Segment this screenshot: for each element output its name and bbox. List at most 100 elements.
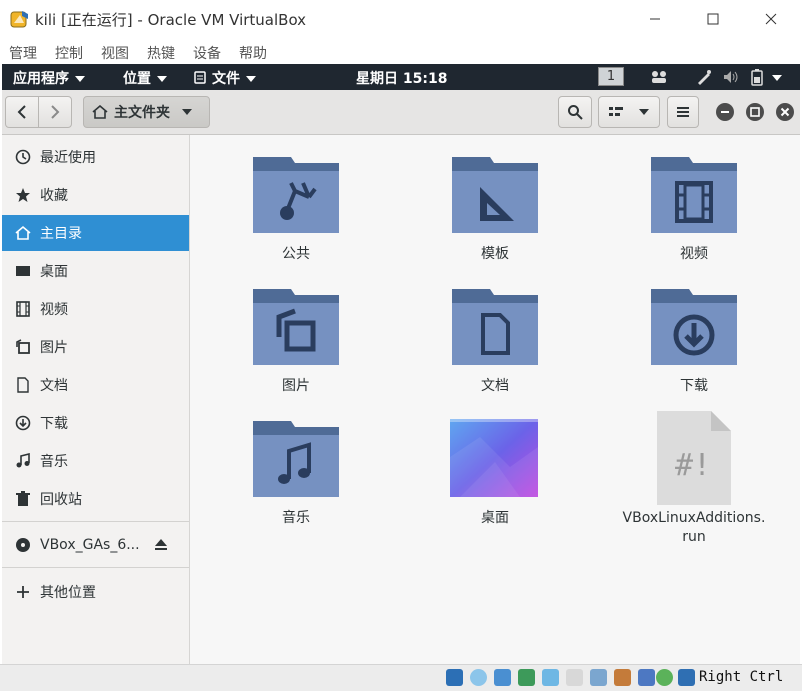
sidebar-divider	[2, 521, 189, 522]
vbox-titlebar: kili [正在运行] - Oracle VM VirtualBox	[0, 0, 802, 38]
sidebar-item-label: 最近使用	[40, 150, 96, 166]
script-file-icon: #!	[649, 409, 739, 507]
places-sidebar: 最近使用 收藏 主目录 桌面 视频 图片 文档 下载 音乐 回收站 VBox_G…	[2, 135, 190, 664]
mouse-integration-icon[interactable]	[656, 669, 673, 686]
hamburger-icon	[677, 107, 689, 117]
sidebar-item-label: 图片	[40, 340, 68, 356]
file-label: 音乐	[282, 510, 310, 526]
close-button[interactable]	[748, 0, 794, 38]
close-icon	[780, 107, 790, 117]
network-icon[interactable]	[518, 669, 535, 686]
sidebar-item-pictures[interactable]: 图片	[2, 329, 189, 365]
sidebar-item-label: 收藏	[40, 188, 68, 204]
clock[interactable]: 星期日 15:18	[356, 68, 447, 88]
sidebar-item-home[interactable]: 主目录	[2, 215, 189, 251]
files-menu[interactable]: 文件	[194, 68, 256, 88]
network-users-icon[interactable]	[650, 69, 668, 89]
system-menu-caret-icon[interactable]	[772, 75, 782, 81]
caret-down-icon	[157, 76, 167, 82]
file-label: 模板	[481, 246, 509, 262]
vt-x-icon[interactable]	[638, 669, 655, 686]
host-key-label: Right Ctrl	[699, 669, 784, 685]
minimize-button[interactable]	[632, 0, 678, 38]
menu-control[interactable]: 控制	[55, 43, 83, 63]
workspace-indicator[interactable]: 1	[598, 67, 624, 86]
sidebar-item-documents[interactable]: 文档	[2, 367, 189, 403]
home-icon	[92, 105, 108, 119]
window-minimize-button[interactable]	[716, 103, 734, 121]
menu-help[interactable]: 帮助	[239, 43, 267, 63]
sidebar-divider	[2, 567, 189, 568]
sidebar-item-trash[interactable]: 回收站	[2, 481, 189, 517]
applications-menu[interactable]: 应用程序	[13, 68, 85, 88]
folder-documents[interactable]: 文档	[410, 285, 580, 396]
hamburger-menu-button[interactable]	[667, 96, 699, 128]
menu-devices[interactable]: 设备	[193, 43, 221, 63]
file-label: 文档	[481, 378, 509, 394]
folder-music[interactable]: 音乐	[211, 417, 381, 528]
volume-icon[interactable]	[722, 69, 740, 89]
maximize-button[interactable]	[690, 0, 736, 38]
usb-icon[interactable]	[542, 669, 559, 686]
forward-button[interactable]	[38, 96, 72, 128]
caret-down-icon	[639, 109, 649, 115]
eject-icon[interactable]	[154, 538, 168, 556]
chevron-left-icon	[17, 105, 26, 119]
file-label: 图片	[282, 378, 310, 394]
folder-downloads-icon	[649, 285, 739, 367]
sidebar-item-vbox-cd[interactable]: VBox_GAs_6...	[2, 527, 189, 563]
recording-icon[interactable]	[614, 669, 631, 686]
sidebar-item-label: 桌面	[40, 264, 68, 280]
menu-manage[interactable]: 管理	[9, 43, 37, 63]
svg-text:#!: #!	[675, 448, 711, 483]
folder-documents-icon	[450, 285, 540, 367]
location-path-button[interactable]: 主文件夹	[83, 96, 210, 128]
view-options-button[interactable]	[598, 96, 660, 128]
battery-icon[interactable]	[750, 68, 764, 90]
home-icon	[14, 224, 32, 242]
back-button[interactable]	[5, 96, 39, 128]
file-label: 下载	[680, 378, 708, 394]
folder-videos[interactable]: 视频	[609, 153, 779, 264]
folder-templates[interactable]: 模板	[410, 153, 580, 264]
virtualbox-app-icon	[10, 9, 30, 29]
audio-icon[interactable]	[494, 669, 511, 686]
sidebar-item-label: 下载	[40, 416, 68, 432]
sidebar-item-videos[interactable]: 视频	[2, 291, 189, 327]
menu-view[interactable]: 视图	[101, 43, 129, 63]
folder-desktop[interactable]: 桌面	[410, 417, 580, 528]
menu-hotkeys[interactable]: 热键	[147, 43, 175, 63]
optical-drive-icon[interactable]	[470, 669, 487, 686]
vbox-menubar: 管理 控制 视图 热键 设备 帮助	[0, 38, 802, 64]
optical-disc-icon	[14, 536, 32, 554]
folder-pictures-icon	[251, 285, 341, 367]
sidebar-item-starred[interactable]: 收藏	[2, 177, 189, 213]
window-close-button[interactable]	[776, 103, 794, 121]
hard-disk-icon[interactable]	[446, 669, 463, 686]
folder-public[interactable]: 公共	[211, 153, 381, 264]
sidebar-item-other-locations[interactable]: 其他位置	[2, 574, 189, 610]
sidebar-item-music[interactable]: 音乐	[2, 443, 189, 479]
list-view-icon	[609, 107, 623, 116]
pen-tablet-icon[interactable]	[696, 69, 712, 89]
search-button[interactable]	[558, 96, 592, 128]
folder-music-icon	[251, 417, 341, 499]
display-icon[interactable]	[590, 669, 607, 686]
folder-downloads[interactable]: 下载	[609, 285, 779, 396]
window-maximize-button[interactable]	[746, 103, 764, 121]
folder-videos-icon	[649, 153, 739, 235]
places-menu[interactable]: 位置	[123, 68, 167, 88]
shared-folders-icon[interactable]	[566, 669, 583, 686]
keyboard-capture-icon[interactable]	[678, 669, 695, 686]
sidebar-item-label: VBox_GAs_6...	[40, 537, 140, 553]
picture-icon	[14, 338, 32, 356]
files-app-icon	[194, 71, 206, 84]
sidebar-item-downloads[interactable]: 下载	[2, 405, 189, 441]
folder-pictures[interactable]: 图片	[211, 285, 381, 396]
file-vboxlinuxadditions[interactable]: #! VBoxLinuxAdditions. run	[609, 409, 779, 547]
download-icon	[14, 414, 32, 432]
file-label: VBoxLinuxAdditions. run	[622, 510, 766, 545]
sidebar-item-recent[interactable]: 最近使用	[2, 139, 189, 175]
search-icon	[568, 105, 583, 120]
sidebar-item-desktop[interactable]: 桌面	[2, 253, 189, 289]
